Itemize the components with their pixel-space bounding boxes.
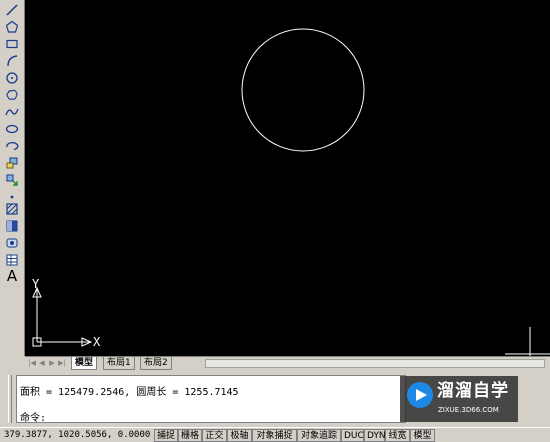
- rectangle-tool-button[interactable]: [3, 36, 21, 52]
- region-tool-button[interactable]: [3, 235, 21, 251]
- tab-layout2[interactable]: 布局2: [140, 357, 172, 370]
- text-tool-button[interactable]: A: [3, 267, 21, 285]
- grid-toggle[interactable]: 栅格: [178, 429, 202, 442]
- canvas-graphics: [32, 28, 550, 356]
- circle-tool-button[interactable]: [3, 70, 21, 86]
- command-area[interactable]: 面积 = 125479.2546, 圆周长 = 1255.7145 命令:: [16, 375, 406, 424]
- text-tool-icon: A: [6, 267, 18, 285]
- polygon-tool-icon: [5, 20, 19, 33]
- revcloud-tool-icon: [6, 89, 18, 100]
- model-space-toggle[interactable]: 模型: [410, 429, 435, 442]
- status-bar: 379.3877, 1020.5056, 0.0000 捕捉 栅格 正交 极轴 …: [0, 427, 550, 442]
- ellipse-tool-icon: [5, 124, 19, 134]
- circle-tool-icon: [6, 72, 18, 84]
- gradient-tool-button[interactable]: [3, 218, 21, 234]
- ellipse-arc-tool-button[interactable]: [3, 138, 21, 154]
- insert-block-tool-button[interactable]: [3, 155, 21, 171]
- line-tool-button[interactable]: [3, 2, 21, 18]
- drawing-canvas[interactable]: Y X: [25, 0, 550, 356]
- command-history-line: 面积 = 125479.2546, 圆周长 = 1255.7145: [20, 387, 239, 398]
- arc-tool-icon: [7, 55, 18, 67]
- hatch-tool-button[interactable]: [3, 201, 21, 217]
- polygon-tool-button[interactable]: [3, 19, 21, 35]
- tab-next-icon[interactable]: ▶: [48, 359, 56, 368]
- tab-prev-icon[interactable]: ◀: [38, 359, 46, 368]
- lineweight-toggle[interactable]: 线宽: [385, 429, 410, 442]
- command-window-grip[interactable]: [8, 375, 12, 423]
- watermark-url: ZIXUE.3D66.COM: [438, 406, 499, 414]
- make-block-tool-icon: [6, 174, 18, 186]
- hatch-tool-icon: [6, 203, 18, 215]
- osnap-toggle[interactable]: 对象捕捉: [252, 429, 297, 442]
- coordinate-readout: 379.3877, 1020.5056, 0.0000: [4, 430, 151, 440]
- dyn-toggle[interactable]: DYN: [364, 429, 386, 442]
- rectangle-tool-icon: [6, 39, 18, 49]
- make-block-tool-button[interactable]: [3, 172, 21, 188]
- tab-layout1[interactable]: 布局1: [103, 357, 135, 370]
- cad-window: A Y X |◀ ◀ ▶ ▶| 模型 布局1 布局2 面积 = 125479.2…: [0, 0, 550, 442]
- horizontal-scrollbar[interactable]: [205, 359, 545, 368]
- revcloud-tool-button[interactable]: [3, 87, 21, 103]
- crosshair-cursor: [505, 327, 550, 356]
- ucs-x-label: X: [93, 335, 101, 349]
- insert-block-tool-icon: [6, 157, 18, 169]
- command-input[interactable]: [57, 406, 397, 420]
- ducs-toggle[interactable]: DUCS: [341, 429, 370, 442]
- tab-last-icon[interactable]: ▶|: [58, 359, 66, 368]
- ellipse-arc-tool-icon: [6, 142, 19, 151]
- polar-toggle[interactable]: 极轴: [227, 429, 252, 442]
- otrack-toggle[interactable]: 对象追踪: [297, 429, 341, 442]
- gradient-tool-icon: [6, 220, 18, 232]
- watermark-title: 溜溜自学: [437, 381, 509, 401]
- snap-toggle[interactable]: 捕捉: [154, 429, 178, 442]
- watermark-logo-icon: [407, 382, 433, 408]
- spline-tool-icon: [5, 108, 19, 116]
- arc-tool-button[interactable]: [3, 53, 21, 69]
- spline-tool-button[interactable]: [3, 104, 21, 120]
- tab-model[interactable]: 模型: [71, 357, 98, 370]
- region-tool-icon: [6, 238, 18, 248]
- drawn-circle[interactable]: [241, 28, 365, 152]
- layout-tab-strip: |◀ ◀ ▶ ▶| 模型 布局1 布局2: [25, 356, 550, 370]
- draw-toolbar: A: [0, 0, 25, 356]
- ucs-icon: [32, 286, 93, 347]
- ucs-y-label: Y: [32, 277, 40, 291]
- ortho-toggle[interactable]: 正交: [202, 429, 227, 442]
- table-tool-icon: [6, 254, 18, 266]
- command-prompt: 命令:: [20, 413, 47, 424]
- ellipse-tool-button[interactable]: [3, 121, 21, 137]
- watermark: 溜溜自学 ZIXUE.3D66.COM: [400, 376, 518, 422]
- line-tool-icon: [6, 4, 18, 16]
- table-tool-button[interactable]: [3, 252, 21, 268]
- tab-first-icon[interactable]: |◀: [28, 359, 36, 368]
